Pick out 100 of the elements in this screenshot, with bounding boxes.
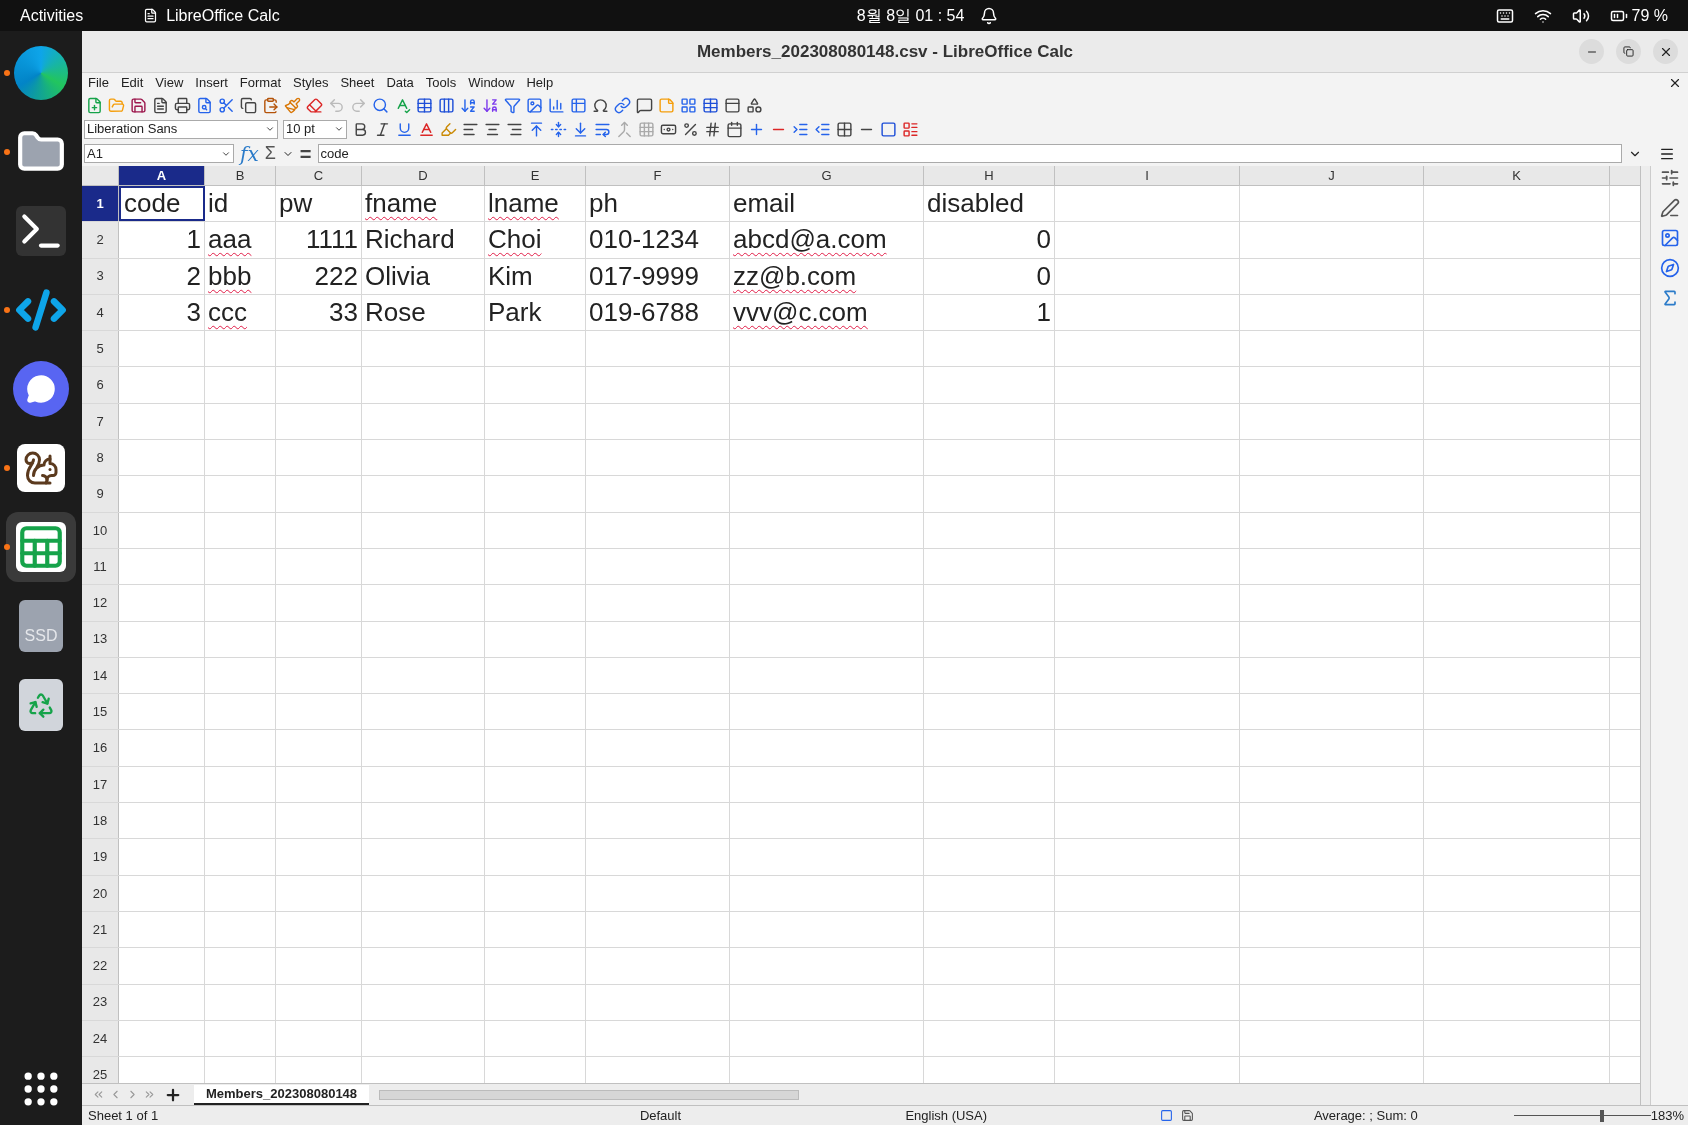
zoom-slider-thumb[interactable] bbox=[1599, 1109, 1604, 1122]
column-header[interactable]: I bbox=[1055, 166, 1240, 185]
unmerge-cells-icon[interactable] bbox=[638, 120, 655, 138]
table-cell[interactable]: 222 bbox=[276, 258, 362, 294]
app-name[interactable]: LibreOffice Calc bbox=[166, 3, 280, 28]
border-color-icon[interactable] bbox=[880, 120, 897, 138]
row-header[interactable]: 15 bbox=[82, 694, 119, 730]
table-cell[interactable]: Olivia bbox=[362, 258, 485, 294]
borders-icon[interactable] bbox=[836, 120, 853, 138]
font-size-field[interactable]: 10 pt bbox=[283, 119, 347, 139]
menu-item[interactable]: Data bbox=[386, 73, 414, 93]
table-cell[interactable]: 3 bbox=[119, 294, 205, 331]
table-cell[interactable]: aaa bbox=[205, 222, 276, 258]
column-header[interactable]: J bbox=[1240, 166, 1424, 185]
row-header[interactable]: 16 bbox=[82, 730, 119, 766]
table-cell[interactable]: 1111 bbox=[276, 222, 362, 258]
close-document-icon[interactable] bbox=[1668, 76, 1682, 90]
row-header[interactable]: 22 bbox=[82, 948, 119, 984]
table-cell[interactable]: Park bbox=[485, 294, 586, 331]
row-header[interactable]: 21 bbox=[82, 911, 119, 948]
number-format-icon[interactable] bbox=[704, 120, 721, 138]
column-header[interactable]: H bbox=[924, 166, 1055, 185]
gallery-icon[interactable] bbox=[1659, 228, 1680, 248]
table-cell[interactable]: 017-9999 bbox=[586, 258, 730, 294]
print-icon[interactable] bbox=[174, 96, 191, 114]
row-header[interactable]: 17 bbox=[82, 766, 119, 803]
horizontal-scrollbar[interactable] bbox=[379, 1089, 800, 1100]
table-cell[interactable]: 1 bbox=[119, 222, 205, 258]
formula-input[interactable]: code bbox=[317, 144, 1622, 163]
row-header[interactable]: 20 bbox=[82, 875, 119, 911]
table-cell[interactable]: 010-1234 bbox=[586, 222, 730, 258]
menu-item[interactable]: Edit bbox=[120, 73, 144, 93]
language[interactable]: English (USA) bbox=[815, 1105, 1111, 1125]
column-header[interactable]: K bbox=[1424, 166, 1610, 185]
table-cell[interactable]: pw bbox=[276, 186, 362, 222]
clone-formatting-icon[interactable] bbox=[284, 96, 301, 114]
link-icon[interactable] bbox=[614, 96, 631, 114]
column-header[interactable]: D bbox=[362, 166, 485, 185]
percent-icon[interactable] bbox=[682, 120, 699, 138]
formula-button[interactable]: = bbox=[299, 138, 312, 169]
underline-icon[interactable] bbox=[396, 120, 413, 138]
row-header[interactable]: 11 bbox=[82, 548, 119, 585]
comment-icon[interactable] bbox=[636, 96, 653, 114]
table-cell[interactable]: id bbox=[205, 186, 276, 222]
table-cell[interactable]: Kim bbox=[485, 258, 586, 294]
function-wizard-button[interactable]: fx bbox=[240, 138, 259, 169]
merge-cells-icon[interactable] bbox=[616, 120, 633, 138]
conditional-format-icon[interactable] bbox=[902, 120, 919, 138]
vertical-scrollbar[interactable] bbox=[1640, 166, 1650, 1105]
align-top-icon[interactable] bbox=[528, 120, 545, 138]
split-window-icon[interactable] bbox=[724, 96, 741, 114]
table-rows-icon[interactable] bbox=[416, 96, 433, 114]
sort-descending-icon[interactable] bbox=[482, 96, 499, 114]
activities-button[interactable]: Activities bbox=[20, 3, 84, 28]
cut-icon[interactable] bbox=[218, 96, 235, 114]
row-header[interactable]: 23 bbox=[82, 984, 119, 1020]
row-header[interactable]: 4 bbox=[82, 294, 119, 331]
table-cell[interactable]: email bbox=[730, 186, 924, 222]
table-cell[interactable]: disabled bbox=[924, 186, 1055, 222]
italic-icon[interactable] bbox=[374, 120, 391, 138]
row-header[interactable]: 10 bbox=[82, 512, 119, 548]
menu-item[interactable]: View bbox=[155, 73, 184, 93]
clock[interactable]: 8월 8일 01 : 54 bbox=[856, 3, 965, 28]
table-cell[interactable]: ccc bbox=[205, 294, 276, 331]
zoom-level[interactable]: 183% bbox=[1650, 1105, 1688, 1125]
document-saved-icon[interactable] bbox=[1181, 1109, 1195, 1122]
highlight-icon[interactable] bbox=[440, 120, 457, 138]
image-icon[interactable] bbox=[526, 96, 543, 114]
print-preview-icon[interactable] bbox=[196, 96, 213, 114]
new-document-icon[interactable] bbox=[86, 96, 103, 114]
menu-item[interactable]: Sheet bbox=[340, 73, 375, 93]
volume-icon[interactable] bbox=[1571, 6, 1590, 25]
minimize-button[interactable] bbox=[1579, 39, 1604, 64]
save-icon[interactable] bbox=[130, 96, 147, 114]
table-cell[interactable]: 33 bbox=[276, 294, 362, 331]
row-header[interactable]: 9 bbox=[82, 476, 119, 512]
row-header[interactable]: 13 bbox=[82, 621, 119, 657]
restore-button[interactable] bbox=[1616, 39, 1641, 64]
column-header[interactable]: F bbox=[586, 166, 730, 185]
keyboard-icon[interactable] bbox=[1495, 6, 1514, 25]
center-vertically-icon[interactable] bbox=[550, 120, 567, 138]
table-cell[interactable]: abcd@a.com bbox=[730, 222, 924, 258]
row-header[interactable]: 12 bbox=[82, 585, 119, 621]
table-cell[interactable]: lname bbox=[485, 186, 586, 222]
row-header[interactable]: 19 bbox=[82, 839, 119, 875]
menu-item[interactable]: Tools bbox=[425, 73, 457, 93]
chart-icon[interactable] bbox=[548, 96, 565, 114]
table-cell[interactable]: code bbox=[119, 186, 205, 222]
table-cell[interactable]: vvv@c.com bbox=[730, 294, 924, 331]
font-name-field[interactable]: Liberation Sans bbox=[84, 119, 278, 139]
properties-icon[interactable] bbox=[1659, 168, 1680, 188]
column-header[interactable]: A bbox=[119, 166, 205, 185]
table-cell[interactable]: 2 bbox=[119, 258, 205, 294]
special-character-icon[interactable] bbox=[592, 96, 609, 114]
table-columns-icon[interactable] bbox=[438, 96, 455, 114]
menu-item[interactable]: Help bbox=[526, 73, 554, 93]
row-header[interactable]: 2 bbox=[82, 222, 119, 258]
font-color-icon[interactable] bbox=[418, 120, 435, 138]
menu-item[interactable]: Window bbox=[468, 73, 515, 93]
row-header[interactable]: 18 bbox=[82, 803, 119, 839]
